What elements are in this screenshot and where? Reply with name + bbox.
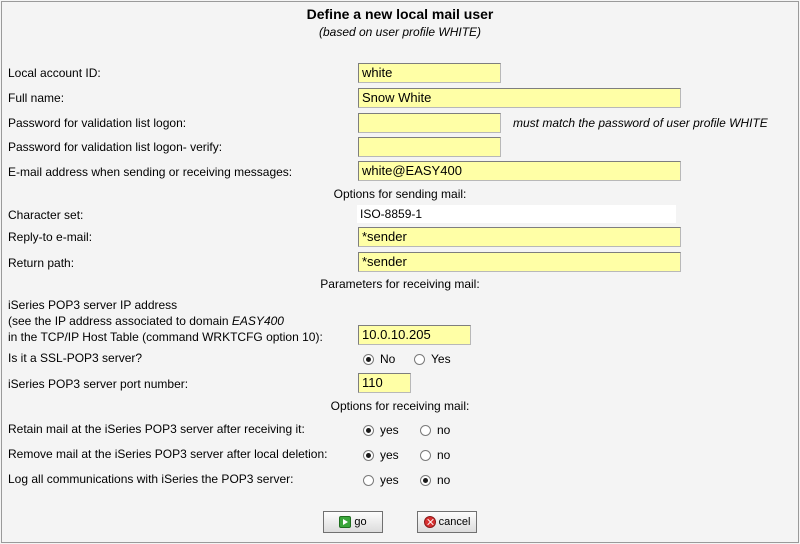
ssl-label: Is it a SSL-POP3 server? xyxy=(8,351,143,365)
remove-label: Remove mail at the iSeries POP3 server a… xyxy=(8,447,328,461)
password-label: Password for validation list logon: xyxy=(8,116,187,130)
port-label: iSeries POP3 server port number: xyxy=(8,377,189,391)
retain-no-option[interactable]: no xyxy=(420,423,450,437)
retain-yes-option[interactable]: yes xyxy=(363,423,399,437)
go-icon xyxy=(339,516,352,528)
password-verify-label: Password for validation list logon- veri… xyxy=(8,140,223,154)
email-input[interactable]: white@EASY400 xyxy=(358,161,681,181)
ip-label-line3: in the TCP/IP Host Table (command WRKTCF… xyxy=(8,330,323,344)
reply-to-input[interactable]: *sender xyxy=(358,227,681,247)
ssl-no-option[interactable]: No xyxy=(363,352,395,366)
retain-label: Retain mail at the iSeries POP3 server a… xyxy=(8,422,305,436)
ssl-yes-option[interactable]: Yes xyxy=(414,352,451,366)
remove-no-radio[interactable] xyxy=(420,449,431,461)
charset-label: Character set: xyxy=(8,208,84,222)
account-id-input[interactable]: white xyxy=(358,63,501,83)
return-path-label: Return path: xyxy=(8,256,75,270)
go-button[interactable]: go xyxy=(323,511,383,533)
reply-to-label: Reply-to e-mail: xyxy=(8,230,93,244)
email-label: E-mail address when sending or receiving… xyxy=(8,165,293,179)
password-input[interactable] xyxy=(358,113,501,133)
remove-yes-radio[interactable] xyxy=(363,449,374,461)
log-yes-radio[interactable] xyxy=(363,474,374,486)
log-no-option[interactable]: no xyxy=(420,473,450,487)
charset-value: ISO-8859-1 xyxy=(357,205,676,223)
ip-label-line1: iSeries POP3 server IP address xyxy=(8,298,178,312)
receiving-options-heading: Options for receiving mail: xyxy=(330,399,470,413)
log-no-radio[interactable] xyxy=(420,474,431,486)
remove-no-option[interactable]: no xyxy=(420,448,450,462)
retain-no-radio[interactable] xyxy=(420,424,431,436)
return-path-input[interactable]: *sender xyxy=(358,252,681,272)
ssl-no-radio[interactable] xyxy=(363,353,374,365)
retain-yes-radio[interactable] xyxy=(363,424,374,436)
password-verify-input[interactable] xyxy=(358,137,501,157)
ip-address-input[interactable]: 10.0.10.205 xyxy=(358,325,471,345)
full-name-label: Full name: xyxy=(8,91,65,105)
ssl-yes-radio[interactable] xyxy=(414,353,425,365)
page-title: Define a new local mail user xyxy=(306,6,494,22)
port-input[interactable]: 110 xyxy=(358,373,411,393)
receiving-params-heading: Parameters for receiving mail: xyxy=(320,277,480,291)
page-subtitle: (based on user profile WHITE) xyxy=(318,25,482,39)
remove-yes-option[interactable]: yes xyxy=(363,448,399,462)
cancel-icon xyxy=(423,516,436,528)
sending-heading: Options for sending mail: xyxy=(333,187,467,201)
log-yes-option[interactable]: yes xyxy=(363,473,399,487)
password-hint: must match the password of user profile … xyxy=(513,116,768,130)
log-label: Log all communications with iSeries the … xyxy=(8,472,294,486)
ip-label-line2: (see the IP address associated to domain… xyxy=(8,314,284,328)
account-id-label: Local account ID: xyxy=(8,66,101,80)
full-name-input[interactable]: Snow White xyxy=(358,88,681,108)
cancel-button[interactable]: cancel xyxy=(417,511,477,533)
